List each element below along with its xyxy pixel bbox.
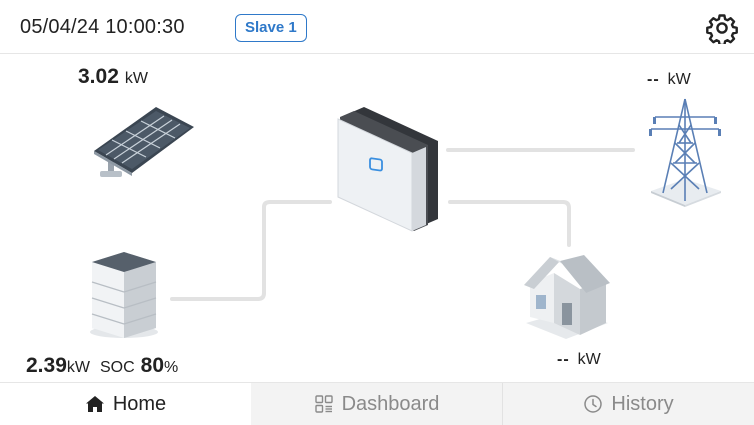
soc-unit: % — [164, 359, 179, 376]
battery-power-unit: kW — [66, 359, 90, 376]
tab-home-label: Home — [112, 392, 167, 415]
tab-history[interactable]: History — [503, 383, 754, 425]
energy-flow-diagram: 3.02 kW -- kW 2.39kW SOC 80% -- kW — [0, 55, 754, 382]
grid-power-unit: kW — [667, 71, 691, 88]
status-header: 05/04/24 10:00:30 Slave 1 — [0, 0, 754, 54]
dashboard-icon — [314, 395, 333, 413]
tab-dashboard-label: Dashboard — [341, 392, 440, 415]
tab-history-label: History — [611, 392, 674, 415]
home-flow-line — [448, 200, 571, 247]
inverter-icon — [337, 107, 438, 232]
datetime-text: 05/04/24 10:00:30 — [20, 16, 185, 38]
home-power-readout: -- kW — [557, 351, 601, 369]
battery-readout: 2.39kW SOC 80% — [26, 354, 178, 378]
pv-power-unit: kW — [124, 70, 148, 87]
home-power-unit: kW — [577, 351, 601, 368]
clock-icon — [584, 395, 603, 413]
home-power-value: -- — [557, 351, 570, 368]
battery-power-value: 2.39 — [26, 354, 67, 377]
device-badge[interactable]: Slave 1 — [235, 14, 307, 42]
bottom-tab-bar: Home Dashboard History — [0, 382, 754, 425]
battery-icon — [90, 252, 158, 338]
soc-value: 80 — [140, 354, 165, 377]
soc-label: SOC — [99, 359, 135, 376]
gear-icon[interactable] — [706, 12, 738, 44]
tab-home[interactable]: Home — [0, 383, 251, 425]
grid-power-readout: -- kW — [647, 71, 691, 89]
power-tower-icon — [649, 98, 721, 207]
battery-flow-line — [170, 200, 332, 301]
solar-panel-icon — [94, 107, 194, 177]
grid-power-value: -- — [647, 71, 660, 88]
pv-power-readout: 3.02 kW — [78, 65, 148, 89]
tab-dashboard[interactable]: Dashboard — [251, 383, 503, 425]
home-icon — [85, 396, 104, 412]
pv-power-value: 3.02 — [78, 65, 119, 88]
house-icon — [524, 255, 610, 339]
